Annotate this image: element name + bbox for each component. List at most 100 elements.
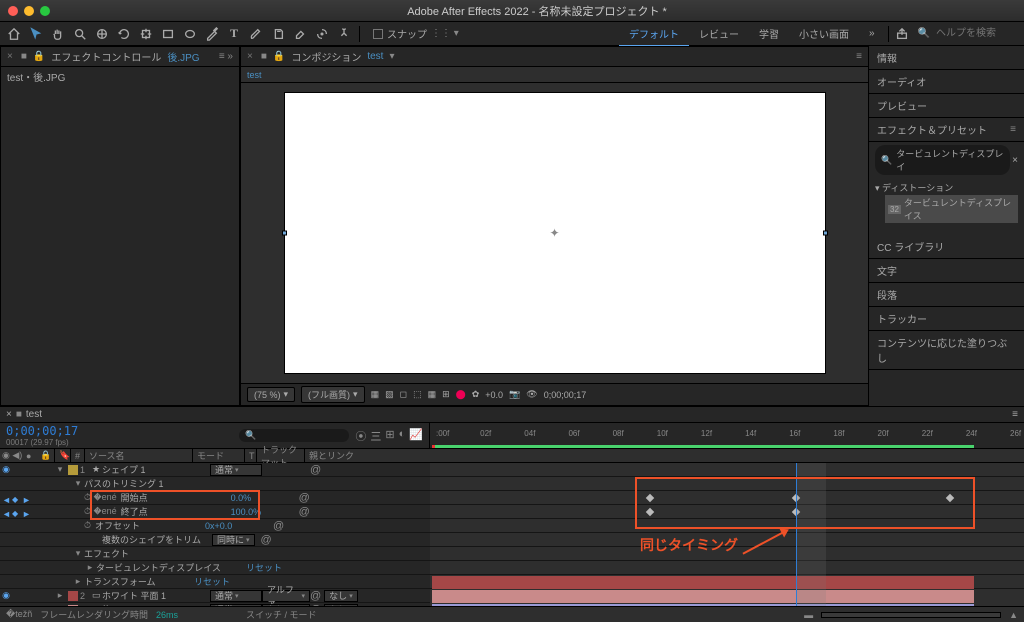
playhead[interactable]	[796, 463, 797, 606]
frame-blend-icon[interactable]: ⊞	[385, 428, 394, 444]
track-matte-dropdown[interactable]: なし▾	[262, 604, 310, 607]
property-row-multi[interactable]: 複数のシェイプをトリム 同時に▾ @	[0, 533, 430, 547]
layer-bar[interactable]	[432, 604, 974, 606]
effects-tree[interactable]: ▾ ディストーション 32 タービュレントディスプレイス	[869, 178, 1024, 229]
panel-menu-icon[interactable]: ≡ »	[219, 51, 233, 62]
current-timecode[interactable]: 0;00;00;17	[6, 424, 78, 438]
comp-name[interactable]: test	[367, 51, 383, 62]
rectangle-tool-icon[interactable]	[158, 24, 178, 44]
reset-link[interactable]: リセット	[194, 575, 230, 588]
stopwatch-icon[interactable]: ⏱	[84, 520, 91, 531]
layer-name[interactable]: ホワイト 平面 1	[102, 589, 210, 602]
workspace-tab-learn[interactable]: 学習	[749, 22, 789, 46]
rotate-tool-icon[interactable]	[114, 24, 134, 44]
parent-dropdown[interactable]: なし▾	[324, 604, 358, 607]
effects-presets-header[interactable]: エフェクト＆プリセット≡	[869, 118, 1024, 142]
exposure-value[interactable]: +0.0	[485, 390, 503, 400]
lock-icon[interactable]: 🔒	[273, 51, 285, 62]
stopwatch-icon[interactable]: ⏱ �ené	[84, 506, 117, 517]
property-row-turbulent[interactable]: ▸ タービュレントディスプレイス リセット	[0, 561, 430, 575]
workspace-tab-default[interactable]: デフォルト	[619, 22, 689, 46]
pickwhip-icon[interactable]: @	[299, 492, 310, 504]
visibility-icon[interactable]: ◉	[0, 464, 12, 475]
pickwhip-icon[interactable]: @	[273, 520, 284, 532]
type-tool-icon[interactable]: T	[224, 24, 244, 44]
stopwatch-icon[interactable]: ⏱ �ené	[84, 492, 117, 503]
content-aware-fill-header[interactable]: コンテンツに応じた塗りつぶし	[869, 331, 1024, 370]
property-value[interactable]: 0.0%	[231, 493, 299, 503]
viewer-timecode[interactable]: 0;00;00;17	[544, 390, 587, 400]
prev-keyframe-icon[interactable]: ◄	[2, 495, 11, 505]
zoom-dropdown[interactable]: (75 %)▾	[247, 387, 295, 402]
workspace-tab-small[interactable]: 小さい画面	[789, 22, 859, 46]
blend-mode-dropdown[interactable]: 通常▾	[210, 590, 262, 602]
transparency-grid-icon[interactable]: ▧	[385, 389, 394, 400]
property-group-transform[interactable]: ▸ トランスフォーム リセット	[0, 575, 430, 589]
tracker-panel-header[interactable]: トラッカー	[869, 307, 1024, 331]
prev-keyframe-icon[interactable]: ◄	[2, 509, 11, 519]
pen-tool-icon[interactable]	[202, 24, 222, 44]
col-track[interactable]: トラックマット	[256, 449, 304, 462]
paragraph-panel-header[interactable]: 段落	[869, 283, 1024, 307]
shy-toggle-icon[interactable]: ⦿	[355, 428, 366, 444]
clear-search-icon[interactable]: ×	[1012, 155, 1018, 166]
snapshot-icon[interactable]: 📷	[509, 389, 520, 400]
workspace-tab-review[interactable]: レビュー	[689, 22, 749, 46]
help-search-input[interactable]	[934, 27, 1014, 40]
layer-bar[interactable]	[432, 590, 974, 603]
preview-panel-header[interactable]: プレビュー	[869, 94, 1024, 118]
show-snapshot-icon[interactable]: 👁	[526, 389, 537, 400]
mask-icon[interactable]: ◻	[400, 389, 407, 400]
cc-libraries-header[interactable]: CC ライブラリ	[869, 235, 1024, 259]
layer-color-swatch[interactable]	[68, 591, 78, 601]
home-icon[interactable]	[4, 24, 24, 44]
lock-icon[interactable]: 🔒	[33, 51, 45, 62]
share-icon[interactable]	[892, 24, 912, 44]
property-value[interactable]: 100.0%	[231, 507, 299, 517]
pickwhip-icon[interactable]: @	[310, 590, 321, 602]
anchor-tool-icon[interactable]	[136, 24, 156, 44]
brush-tool-icon[interactable]	[246, 24, 266, 44]
puppet-tool-icon[interactable]	[334, 24, 354, 44]
panel-close-icon[interactable]: ×	[7, 51, 13, 62]
layer-handle-left[interactable]	[282, 231, 287, 236]
clone-tool-icon[interactable]	[268, 24, 288, 44]
snap-toggle[interactable]: スナップ ⋮⋮ ▾	[373, 26, 459, 41]
layer-row[interactable]: ◉▸2▭ホワイト 平面 1通常▾アルファ▾@なし▾	[0, 589, 430, 603]
time-ruler[interactable]: :00f02f04f06f08f10f12f14f16f18f20f22f24f…	[430, 423, 1024, 449]
pickwhip-icon[interactable]: @	[310, 604, 321, 607]
add-keyframe-icon[interactable]: ◆	[12, 495, 18, 504]
timeline-close-icon[interactable]: ×	[6, 409, 12, 420]
hand-tool-icon[interactable]	[48, 24, 68, 44]
info-panel-header[interactable]: 情報	[869, 46, 1024, 70]
composition-viewer[interactable]: ✦	[241, 83, 868, 383]
layer-row[interactable]: ◉ ▾ 1 ★ シェイプ 1 通常▾ @	[0, 463, 430, 477]
layer-color-swatch[interactable]	[68, 465, 78, 475]
close-window-icon[interactable]	[8, 6, 18, 16]
add-keyframe-icon[interactable]: ◆	[12, 509, 18, 518]
effects-tree-item[interactable]: 32 タービュレントディスプレイス	[885, 195, 1018, 223]
effects-category[interactable]: ▾ ディストーション	[875, 180, 1018, 195]
property-row-offset[interactable]: ⏱ オフセット 0x+0.0 @	[0, 519, 430, 533]
composition-canvas[interactable]: ✦	[285, 93, 825, 373]
next-keyframe-icon[interactable]: ►	[22, 495, 31, 505]
toggle-switches-icon[interactable]: �težñ	[6, 609, 32, 620]
property-row-end[interactable]: ⏱ �ené 終了点 100.0% @	[0, 505, 430, 519]
pickwhip-icon[interactable]: @	[310, 464, 321, 476]
reset-link[interactable]: リセット	[246, 561, 282, 574]
twirl-icon[interactable]: ▸	[54, 604, 66, 606]
layer-bar[interactable]	[432, 576, 974, 589]
property-group-effects[interactable]: ▾ エフェクト	[0, 547, 430, 561]
col-source[interactable]: ソース名	[84, 449, 192, 462]
trim-multi-dropdown[interactable]: 同時に▾	[212, 534, 255, 546]
roto-tool-icon[interactable]	[312, 24, 332, 44]
motion-blur-icon[interactable]: ◐	[399, 428, 406, 444]
work-area[interactable]	[796, 463, 826, 606]
col-parent[interactable]: 親とリンク	[304, 449, 430, 462]
blend-mode-dropdown[interactable]: 通常▾	[210, 604, 262, 607]
timeline-search[interactable]: 🔍	[239, 429, 349, 442]
zoom-slider[interactable]	[821, 612, 1001, 618]
zoom-out-icon[interactable]: ▬	[804, 610, 813, 620]
twirl-icon[interactable]: ▸	[54, 590, 66, 601]
layer-name[interactable]: 後.JPG	[102, 603, 210, 606]
